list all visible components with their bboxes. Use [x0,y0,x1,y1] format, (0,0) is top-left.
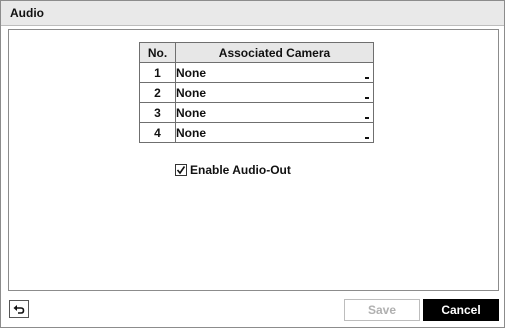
dropdown-caret-icon [365,137,369,139]
content-panel: No. Associated Camera 1 None 2 None 3 No… [8,29,499,291]
return-arrow-icon [13,304,25,314]
camera-dropdown-value: None [176,125,206,140]
camera-dropdown[interactable]: None [175,82,374,103]
table-header-row: No. Associated Camera [139,42,374,63]
save-button[interactable]: Save [344,299,420,321]
camera-dropdown-value: None [176,65,206,80]
table-row: 4 None [139,122,374,143]
camera-dropdown-value: None [176,105,206,120]
title-bar: Audio [1,1,504,26]
enable-audio-out-option[interactable]: Enable Audio-Out [175,163,291,177]
cancel-button[interactable]: Cancel [423,299,499,321]
camera-dropdown-value: None [176,85,206,100]
dropdown-caret-icon [365,117,369,119]
row-number: 4 [139,122,176,143]
audio-dialog: Audio No. Associated Camera 1 None 2 Non… [0,0,505,328]
back-button[interactable] [9,300,29,318]
row-number: 1 [139,62,176,83]
checkmark-icon [176,166,186,175]
camera-dropdown[interactable]: None [175,122,374,143]
row-number: 2 [139,82,176,103]
table-row: 1 None [139,62,374,83]
column-header-no: No. [139,42,176,63]
enable-audio-out-checkbox[interactable] [175,164,187,176]
column-header-associated-camera: Associated Camera [175,42,374,63]
camera-dropdown[interactable]: None [175,102,374,123]
table-row: 2 None [139,82,374,103]
row-number: 3 [139,102,176,123]
dropdown-caret-icon [365,77,369,79]
camera-dropdown[interactable]: None [175,62,374,83]
camera-association-table: No. Associated Camera 1 None 2 None 3 No… [139,42,374,143]
enable-audio-out-label: Enable Audio-Out [190,163,291,177]
dropdown-caret-icon [365,97,369,99]
table-row: 3 None [139,102,374,123]
dialog-title: Audio [10,6,44,20]
